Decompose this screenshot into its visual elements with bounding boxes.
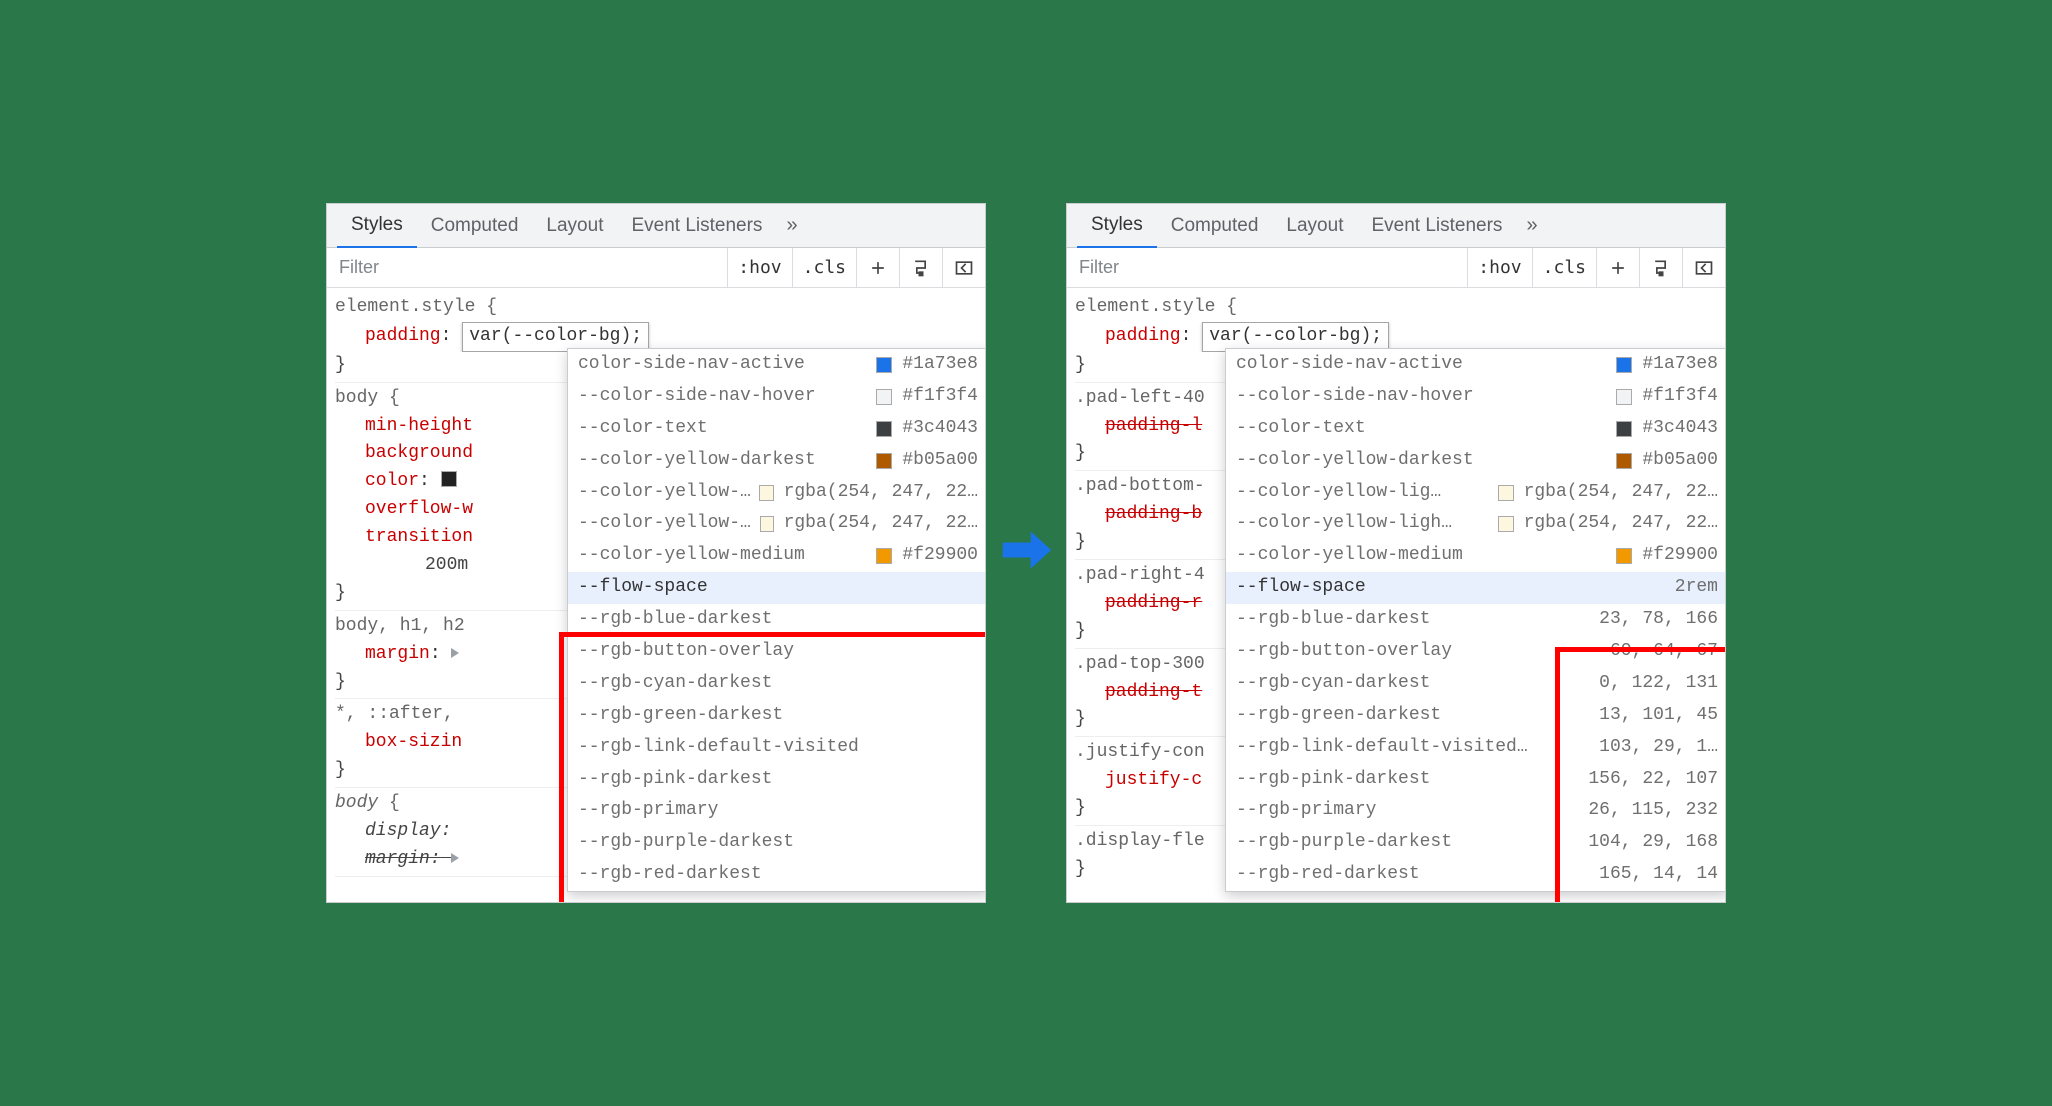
new-style-rule-button[interactable] <box>1596 248 1639 287</box>
color-swatch[interactable] <box>441 471 457 487</box>
autocomplete-item[interactable]: --rgb-button-overlay <box>568 636 986 668</box>
autocomplete-item[interactable]: --rgb-red-darkest165, 14, 14 <box>1226 859 1726 891</box>
autocomplete-item[interactable]: color-side-nav-active #1a73e8 <box>1226 349 1726 381</box>
autocomplete-item[interactable]: --color-side-nav-hover #f1f3f4 <box>1226 381 1726 413</box>
autocomplete-item[interactable]: --color-text #3c4043 <box>1226 413 1726 445</box>
tab-computed[interactable]: Computed <box>1157 205 1273 247</box>
styles-rules-left: element.style { padding: var(--color-bg)… <box>327 288 985 877</box>
devtools-styles-panel-left: Styles Computed Layout Event Listeners »… <box>326 203 986 903</box>
autocomplete-item[interactable]: --color-yellow-medium #f29900 <box>568 540 986 572</box>
autocomplete-item[interactable]: --rgb-green-darkest13, 101, 45 <box>1226 700 1726 732</box>
devtools-styles-panel-right: Styles Computed Layout Event Listeners »… <box>1066 203 1726 903</box>
selector-body: body <box>335 388 378 408</box>
autocomplete-item[interactable]: --rgb-pink-darkest <box>568 764 986 796</box>
pseudo-hov-button[interactable]: :hov <box>727 248 791 287</box>
tab-layout[interactable]: Layout <box>1272 205 1357 247</box>
autocomplete-item[interactable]: --color-yellow-ligh… rgba(254, 247, 22… <box>568 508 986 540</box>
color-swatch <box>1616 389 1632 405</box>
autocomplete-item[interactable]: --color-yellow-darkest #b05a00 <box>568 445 986 477</box>
autocomplete-item[interactable]: --color-side-nav-hover #f1f3f4 <box>568 381 986 413</box>
autocomplete-item[interactable]: --rgb-red-darkest <box>568 859 986 891</box>
styles-rules-right: element.style { padding: var(--color-bg)… <box>1067 288 1725 886</box>
filter-input[interactable] <box>1067 248 1467 287</box>
color-swatch <box>876 389 892 405</box>
color-swatch <box>1616 421 1632 437</box>
color-swatch <box>1498 485 1514 501</box>
autocomplete-item[interactable]: color-side-nav-active #1a73e8 <box>568 349 986 381</box>
autocomplete-item[interactable]: --flow-space2rem <box>1226 572 1726 604</box>
color-swatch <box>876 421 892 437</box>
color-swatch <box>759 485 773 501</box>
tabs-overflow-icon[interactable]: » <box>776 214 807 237</box>
tabs-bar: Styles Computed Layout Event Listeners » <box>1067 204 1725 248</box>
selector-element-style: element.style <box>335 297 475 317</box>
tab-event-listeners[interactable]: Event Listeners <box>617 205 776 247</box>
autocomplete-item[interactable]: --flow-space <box>568 572 986 604</box>
paint-icon[interactable] <box>899 248 942 287</box>
tabs-bar: Styles Computed Layout Event Listeners » <box>327 204 985 248</box>
cls-button[interactable]: .cls <box>1532 248 1596 287</box>
tab-computed[interactable]: Computed <box>417 205 533 247</box>
autocomplete-item[interactable]: --rgb-blue-darkest23, 78, 166 <box>1226 604 1726 636</box>
expand-icon[interactable] <box>451 853 459 863</box>
autocomplete-popup-left[interactable]: color-side-nav-active #1a73e8 --color-si… <box>567 348 986 892</box>
pseudo-hov-button[interactable]: :hov <box>1467 248 1531 287</box>
autocomplete-item[interactable]: --rgb-cyan-darkest0, 122, 131 <box>1226 668 1726 700</box>
color-swatch <box>876 357 892 373</box>
autocomplete-item[interactable]: --color-yellow-medium #f29900 <box>1226 540 1726 572</box>
autocomplete-item[interactable]: --rgb-cyan-darkest <box>568 668 986 700</box>
toggle-sidebar-icon[interactable] <box>1682 248 1725 287</box>
autocomplete-item[interactable]: --rgb-purple-darkest104, 29, 168 <box>1226 827 1726 859</box>
autocomplete-item[interactable]: --rgb-link-default-visited…103, 29, 1… <box>1226 732 1726 764</box>
autocomplete-item[interactable]: --color-yellow-ligh… rgba(254, 247, 22… <box>1226 508 1726 540</box>
tabs-overflow-icon[interactable]: » <box>1516 214 1547 237</box>
autocomplete-item[interactable]: --color-yellow-lig… rgba(254, 247, 22… <box>1226 477 1726 509</box>
autocomplete-item[interactable]: --color-text #3c4043 <box>568 413 986 445</box>
tab-layout[interactable]: Layout <box>532 205 617 247</box>
autocomplete-item[interactable]: --color-yellow-lig… rgba(254, 247, 22… <box>568 477 986 509</box>
paint-icon[interactable] <box>1639 248 1682 287</box>
autocomplete-popup-right[interactable]: color-side-nav-active #1a73e8 --color-si… <box>1225 348 1726 892</box>
color-swatch <box>1616 548 1632 564</box>
filter-input[interactable] <box>327 248 727 287</box>
prop-padding[interactable]: padding <box>365 326 441 346</box>
styles-toolbar: :hov .cls <box>327 248 985 288</box>
autocomplete-item[interactable]: --rgb-primary26, 115, 232 <box>1226 795 1726 827</box>
expand-icon[interactable] <box>451 648 459 658</box>
color-swatch <box>1616 453 1632 469</box>
styles-toolbar: :hov .cls <box>1067 248 1725 288</box>
tab-styles[interactable]: Styles <box>1077 204 1157 249</box>
autocomplete-item[interactable]: --color-yellow-darkest #b05a00 <box>1226 445 1726 477</box>
color-swatch <box>760 516 774 532</box>
tab-event-listeners[interactable]: Event Listeners <box>1357 205 1516 247</box>
arrow-icon <box>998 522 1054 584</box>
autocomplete-item[interactable]: --rgb-green-darkest <box>568 700 986 732</box>
autocomplete-item[interactable]: --rgb-button-overlay60, 64, 67 <box>1226 636 1726 668</box>
autocomplete-item[interactable]: --rgb-blue-darkest <box>568 604 986 636</box>
new-style-rule-button[interactable] <box>856 248 899 287</box>
autocomplete-item[interactable]: --rgb-purple-darkest <box>568 827 986 859</box>
autocomplete-item[interactable]: --rgb-pink-darkest156, 22, 107 <box>1226 764 1726 796</box>
color-swatch <box>1616 357 1632 373</box>
color-swatch <box>876 453 892 469</box>
color-swatch <box>1498 516 1514 532</box>
color-swatch <box>876 548 892 564</box>
toggle-sidebar-icon[interactable] <box>942 248 985 287</box>
autocomplete-item[interactable]: --rgb-primary <box>568 795 986 827</box>
cls-button[interactable]: .cls <box>792 248 856 287</box>
autocomplete-item[interactable]: --rgb-link-default-visited <box>568 732 986 764</box>
tab-styles[interactable]: Styles <box>337 204 417 249</box>
